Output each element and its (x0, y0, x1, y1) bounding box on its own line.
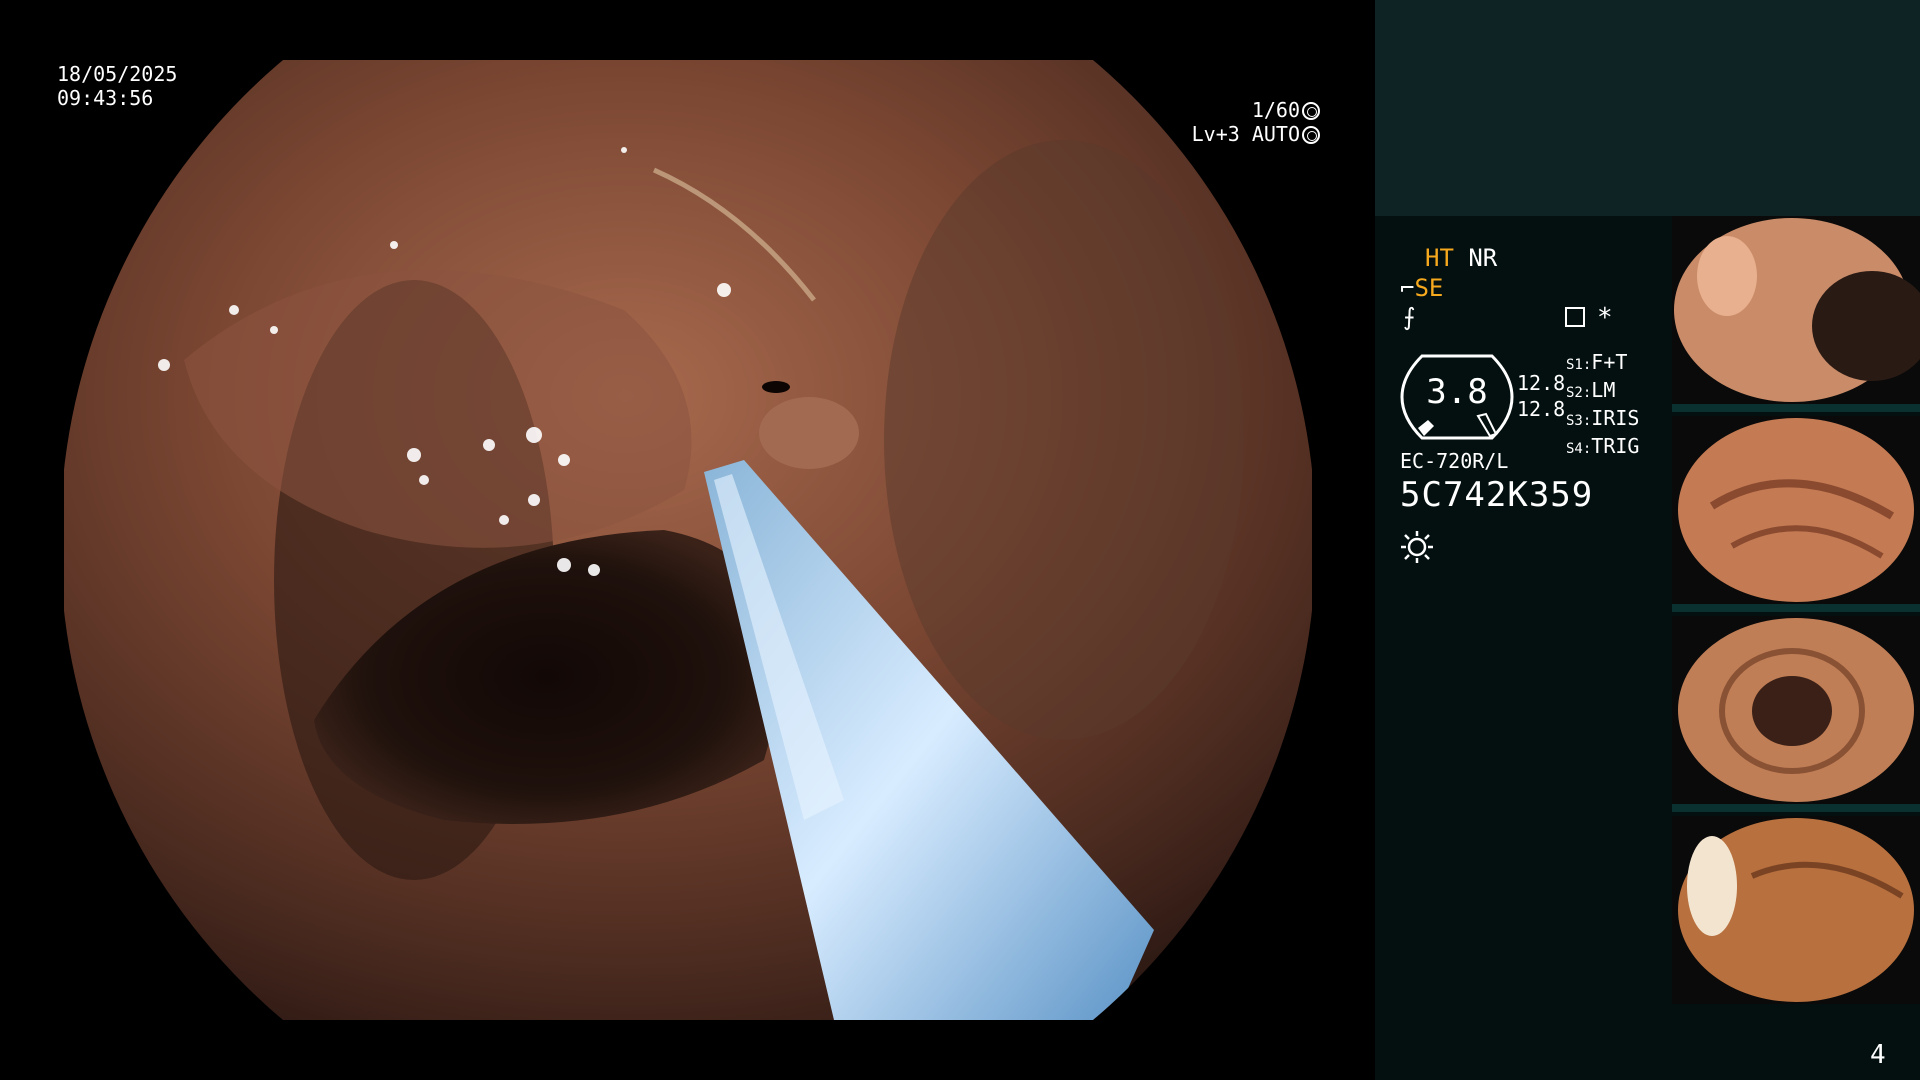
date-text: 18/05/2025 (57, 62, 178, 86)
iris-mode-text: Lv+3 AUTO (1191, 122, 1300, 146)
structure-enhance-icon: ⌐ (1400, 274, 1415, 302)
mode-ht-label: HT (1425, 244, 1454, 272)
switch-assignments: S1:F+T S2:LM S3:IRIS S4:TRIG (1566, 350, 1639, 462)
image-modes: HT NR (1425, 243, 1497, 273)
serial-number-text: 5C742K359 (1400, 475, 1594, 515)
shutter-icon (1302, 102, 1320, 120)
thumbnail-divider (1672, 404, 1920, 412)
shutter-speed-text: 1/60 (1251, 98, 1300, 122)
time-text: 09:43:56 (57, 86, 154, 110)
thumbnail-divider (1672, 804, 1920, 812)
mode-nr-label: NR (1468, 244, 1498, 272)
switch-row-2: S2:LM (1566, 378, 1616, 402)
star-indicator: * (1597, 303, 1613, 333)
page-number: 4 (1870, 1040, 1886, 1070)
endoscope-view (64, 60, 1312, 1020)
sharpness-icon: ⨍ (1403, 303, 1416, 331)
switch-row-4: S4:TRIG (1566, 434, 1640, 458)
mode-se-row: ⌐SE (1400, 273, 1443, 303)
datetime-readout: 18/05/2025 09:43:56 (57, 62, 177, 110)
thumbnail-divider (1672, 604, 1920, 612)
gauge-value: 3.8 (1426, 372, 1488, 412)
captured-thumbnail-4[interactable] (1672, 816, 1920, 1004)
info-panel-header (1375, 0, 1920, 216)
mode-se-label: SE (1414, 274, 1444, 302)
switch-row-1: S1:F+T (1566, 350, 1628, 374)
switch-row-3: S3:IRIS (1566, 406, 1640, 430)
scope-model-text: EC-720R/L (1400, 449, 1509, 473)
captured-thumbnail-3[interactable] (1672, 616, 1920, 804)
record-icon (1565, 307, 1585, 327)
iris-icon (1302, 126, 1320, 144)
exposure-readout: 1/60 Lv+3 AUTO (1150, 98, 1320, 146)
readout-2: 12.8 (1517, 397, 1566, 421)
zoom-gauge: 3.8 (1400, 350, 1514, 444)
captured-thumbnail-1[interactable] (1672, 216, 1920, 404)
light-source-icon (1401, 531, 1433, 563)
level-readouts: 12.8 12.8 (1517, 370, 1565, 422)
captured-thumbnail-2[interactable] (1672, 416, 1920, 604)
readout-1: 12.8 (1517, 371, 1566, 395)
